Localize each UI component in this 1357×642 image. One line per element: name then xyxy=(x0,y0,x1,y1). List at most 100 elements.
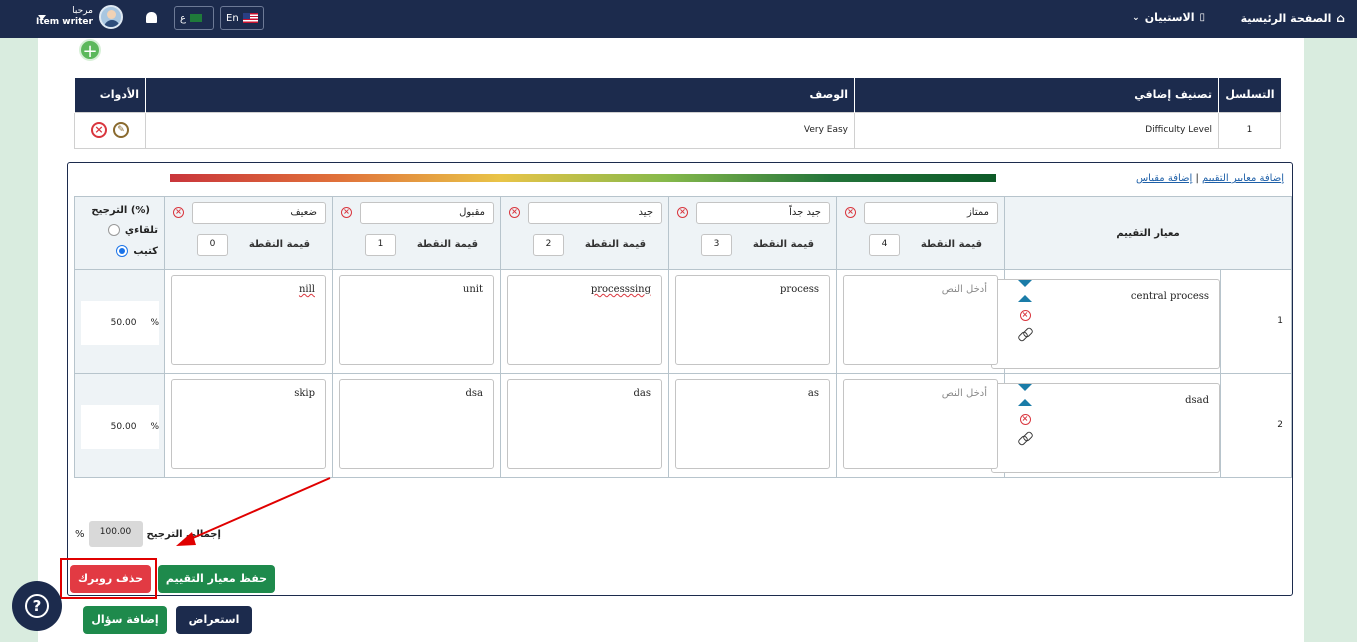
criterion-cell: dsad × xyxy=(991,373,1222,478)
plus-circle-icon[interactable]: + xyxy=(79,39,101,62)
descriptor-input[interactable]: unit xyxy=(339,275,494,365)
level-name-input[interactable]: جيد جداً xyxy=(696,202,830,224)
level-header: ممتاز × قيمة النقطة 4 xyxy=(836,196,1005,270)
home-icon: ⌂ xyxy=(1336,11,1345,25)
lang-en-button[interactable]: En xyxy=(220,6,264,30)
level-name-input[interactable]: ضعيف xyxy=(192,202,326,224)
add-criteria-link[interactable]: إضافة معايير التقييم xyxy=(1202,173,1284,184)
point-input[interactable]: 0 xyxy=(197,234,228,256)
cell-serial: 1 xyxy=(1218,111,1281,149)
caret-down-icon[interactable] xyxy=(38,15,46,20)
descriptor-input[interactable]: processsing xyxy=(507,275,662,365)
point-input[interactable]: 1 xyxy=(365,234,396,256)
descriptor-cell: nill xyxy=(164,269,333,374)
cell-tools: × ✎ xyxy=(74,111,146,149)
cell-extra: Difficulty Level xyxy=(854,111,1219,149)
help-button[interactable]: ? xyxy=(12,581,62,631)
add-question-button[interactable]: إضافة سؤال xyxy=(83,606,167,634)
add-scale-link[interactable]: إضافة مقياس xyxy=(1136,173,1192,184)
weight-title: (%) الترجيح xyxy=(91,205,150,216)
descriptor-cell: skip xyxy=(164,373,333,478)
descriptor-input[interactable]: das xyxy=(507,379,662,469)
weight-input[interactable]: % 50.00 xyxy=(81,301,159,345)
point-label: قيمة النقطة xyxy=(920,239,982,250)
descriptor-text: processsing xyxy=(590,284,651,295)
main-page: + التسلسل تصنيف إضافي الوصف الأدوات 1 Di… xyxy=(38,38,1304,642)
document-icon: ▯ xyxy=(1199,12,1205,23)
move-up-icon[interactable] xyxy=(1018,399,1032,406)
row-number: 2 xyxy=(1277,420,1284,430)
pct-sign: % xyxy=(150,422,159,432)
pencil-icon[interactable]: ✎ xyxy=(113,122,129,138)
save-rubric-button[interactable]: حفظ معيار التقييم xyxy=(158,565,275,593)
delete-icon[interactable]: × xyxy=(91,122,107,138)
weight-written-label: كتيب xyxy=(133,245,158,257)
descriptor-cell: dsa xyxy=(332,373,501,478)
rubric-panel: إضافة معايير التقييم | إضافة مقياس معيار… xyxy=(60,162,1293,599)
avatar xyxy=(98,5,123,29)
level-name-input[interactable]: جيد xyxy=(528,202,662,224)
close-circle-icon[interactable]: × xyxy=(341,207,352,218)
bell-icon[interactable] xyxy=(146,12,157,23)
descriptor-cell: as xyxy=(668,373,837,478)
descriptor-input[interactable]: as xyxy=(675,379,830,469)
total-weight: % 100.00 إجمالي الترجيح xyxy=(75,521,221,547)
home-link[interactable]: ⌂ الصفحة الرئيسية xyxy=(1241,11,1345,25)
descriptor-input[interactable]: skip xyxy=(171,379,326,469)
move-down-icon[interactable] xyxy=(1018,280,1032,287)
radio-written[interactable] xyxy=(116,245,129,257)
cell-desc: Very Easy xyxy=(145,111,855,149)
total-weight-value: 100.00 xyxy=(88,521,143,547)
criterion-tools: × xyxy=(1017,384,1033,443)
close-circle-icon[interactable]: × xyxy=(509,207,520,218)
total-pct-sign: % xyxy=(75,528,85,540)
radio-auto[interactable] xyxy=(107,224,120,236)
descriptor-input[interactable]: أدخل النص xyxy=(843,379,998,469)
weight-option-written[interactable]: كتيب xyxy=(116,245,158,257)
user-menu[interactable]: مرحبا Item writer xyxy=(36,5,123,29)
close-circle-icon[interactable]: × xyxy=(677,207,688,218)
close-circle-icon[interactable]: × xyxy=(173,207,184,218)
point-input[interactable]: 3 xyxy=(701,234,732,256)
descriptor-input[interactable]: process xyxy=(675,275,830,365)
weight-option-auto[interactable]: تلقاءي xyxy=(107,224,158,236)
scale-gradient-bar xyxy=(170,174,996,182)
lang-en-label: En xyxy=(226,12,239,24)
close-circle-icon[interactable]: × xyxy=(1019,414,1031,425)
criterion-cell: central process × xyxy=(991,269,1222,374)
descriptor-input[interactable]: dsa xyxy=(339,379,494,469)
classification-table: التسلسل تصنيف إضافي الوصف الأدوات 1 Diff… xyxy=(74,78,1281,149)
point-input[interactable]: 2 xyxy=(533,234,564,256)
weight-cell: % 50.00 xyxy=(74,373,165,478)
link-icon[interactable] xyxy=(1018,329,1032,339)
help-icon: ? xyxy=(25,594,49,618)
descriptor-input[interactable]: أدخل النص xyxy=(843,275,998,365)
weight-value: 50.00 xyxy=(110,318,137,328)
delete-rubric-button[interactable]: حذف روبرك xyxy=(70,565,151,593)
exams-menu[interactable]: ▯ الاستبيان ⌄ xyxy=(1132,11,1205,24)
row-number-cell: 2 xyxy=(1220,373,1293,478)
level-header: مقبول × قيمة النقطة 1 xyxy=(332,196,501,270)
weight-input[interactable]: % 50.00 xyxy=(81,405,159,449)
descriptor-cell: أدخل النص xyxy=(836,269,1005,374)
move-up-icon[interactable] xyxy=(1018,295,1032,302)
descriptor-cell: processsing xyxy=(500,269,669,374)
criteria-header: معيار التقييم xyxy=(1003,196,1293,270)
level-name-input[interactable]: مقبول xyxy=(360,202,494,224)
point-input[interactable]: 4 xyxy=(869,234,900,256)
point-label: قيمة النقطة xyxy=(584,239,646,250)
weight-header: (%) الترجيح تلقاءي كتيب xyxy=(74,196,165,270)
rubric-links: إضافة معايير التقييم | إضافة مقياس xyxy=(1136,173,1284,184)
header-tools: الأدوات xyxy=(74,78,146,112)
close-circle-icon[interactable]: × xyxy=(845,207,856,218)
move-down-icon[interactable] xyxy=(1018,384,1032,391)
close-circle-icon[interactable]: × xyxy=(1019,310,1031,321)
header-serial: التسلسل xyxy=(1218,78,1281,112)
link-icon[interactable] xyxy=(1018,433,1032,443)
level-name-input[interactable]: ممتاز xyxy=(864,202,998,224)
total-weight-label: إجمالي الترجيح xyxy=(146,528,221,540)
descriptor-cell: أدخل النص xyxy=(836,373,1005,478)
lang-ar-button[interactable]: ع xyxy=(174,6,214,30)
descriptor-input[interactable]: nill xyxy=(171,275,326,365)
preview-button[interactable]: استعراض xyxy=(176,606,252,634)
